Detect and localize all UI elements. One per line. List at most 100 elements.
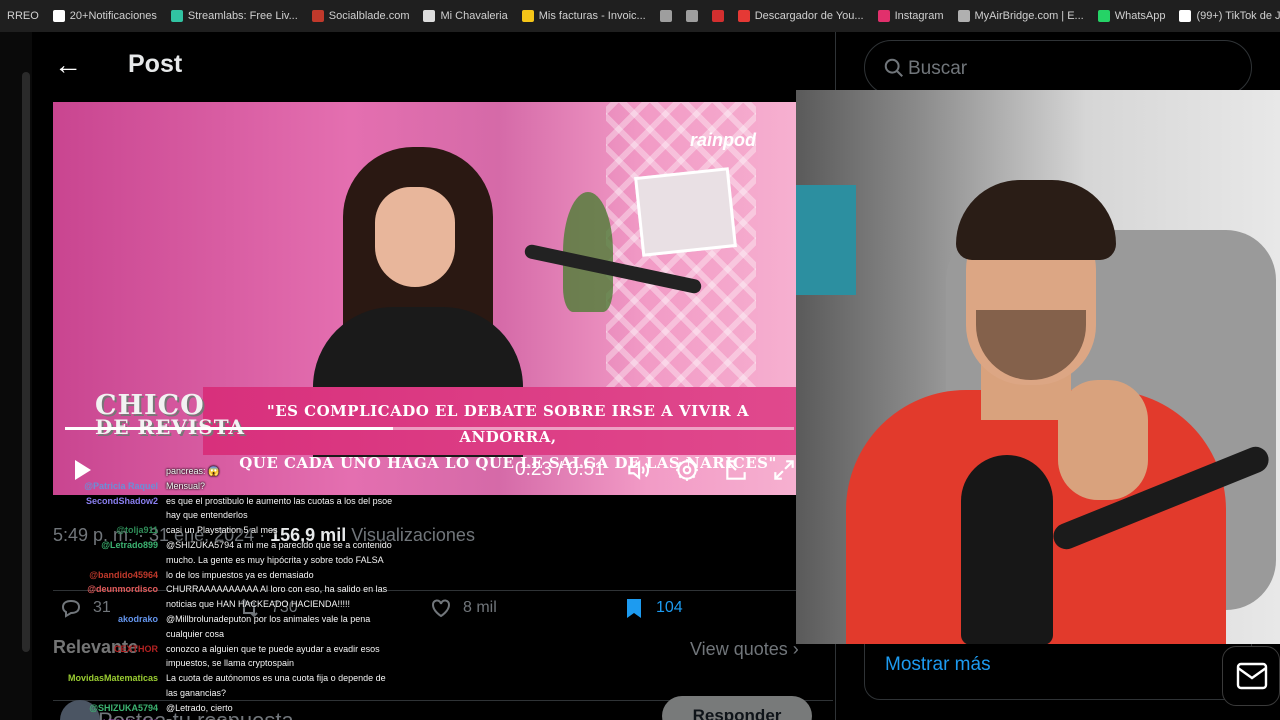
chat-text: conozco a alguien que te puede ayudar a …: [166, 643, 380, 654]
bookmark-label: Socialblade.com: [328, 10, 410, 22]
banner-line-1: "ES COMPLICADO EL DEBATE SOBRE IRSE A VI…: [266, 402, 750, 446]
bookmark-count: 104: [656, 599, 683, 616]
chat-text: @Millbrolunadeputon por los animales val…: [166, 613, 371, 624]
post-header: ← Post: [54, 50, 182, 79]
bookmark-favicon-icon: [685, 10, 698, 22]
bookmark-favicon-icon: [311, 10, 324, 22]
chat-message: @Letrado899 @SHIZUKA5794 a mi me a pareci…: [60, 538, 440, 553]
chat-message: hay que entenderlos: [60, 508, 440, 523]
chat-username: @SHIZUKA5794: [89, 702, 158, 713]
bookmark-item[interactable]: MyAirBridge.com | E...: [951, 0, 1091, 32]
left-sidebar-strip: [0, 32, 32, 720]
like-count: 8 mil: [463, 599, 497, 616]
video-player[interactable]: rainpod CHICO DE REVISTA "ES COMPLICADO …: [53, 102, 796, 495]
chat-text: @SHIZUKA5794 a mi me a parecido que se a…: [166, 539, 392, 550]
settings-gear-icon[interactable]: [674, 457, 700, 483]
chat-message: cualquier cosa: [60, 627, 440, 642]
chat-message: SecondShadow2 es que el prostibulo le aum…: [60, 494, 440, 509]
chat-message: MovidasMatematicas La cuota de autónomos …: [60, 671, 440, 686]
video-time: 0:23 / 0:51: [515, 459, 605, 480]
back-arrow-icon[interactable]: ←: [54, 50, 82, 79]
bookmark-favicon-icon: [957, 10, 970, 22]
chat-text: CHURRAAAAAAAAAA Al loro con eso, ha sali…: [166, 584, 388, 595]
bookmark-favicon-icon: [170, 10, 183, 22]
bookmark-item[interactable]: Mi Chavaleria: [416, 0, 514, 32]
bookmark-favicon-icon: [659, 10, 672, 22]
bookmarks-bar: RREO 20+Notificaciones Streamlabs: Free Li…: [0, 0, 1280, 32]
chat-text: impuestos, se llama cryptospain: [166, 658, 295, 669]
chat-message: @SHIZUKA5794 @Letrado, cierto: [60, 701, 440, 716]
bookmark-label: MyAirBridge.com | E...: [974, 10, 1084, 22]
chat-message: @Patricia Raquel Mensual?: [60, 479, 440, 494]
chat-text: casi un Playstation 5 al mes: [166, 525, 278, 536]
bookmark-item[interactable]: [679, 0, 705, 32]
bookmark-action[interactable]: 104: [622, 596, 683, 620]
reply-button[interactable]: Responder: [662, 696, 812, 720]
bookmark-favicon-icon: [1097, 10, 1110, 22]
bookmark-item[interactable]: Socialblade.com: [305, 0, 417, 32]
bookmark-item[interactable]: Streamlabs: Free Liv...: [164, 0, 305, 32]
cam-monitor: [796, 185, 856, 295]
bookmark-label: 20+Notificaciones: [69, 10, 157, 22]
chat-message: LEONILLA22 Eso es un ROBO: [60, 716, 440, 720]
chat-message: impuestos, se llama cryptospain: [60, 656, 440, 671]
messages-button[interactable]: [1222, 646, 1280, 706]
chat-text: pancreas: 😱: [166, 466, 220, 476]
chat-username: CEXTHOR: [113, 643, 158, 654]
bookmark-label: Mi Chavaleria: [440, 10, 508, 22]
chat-text: La cuota de autónomos es una cuota fija …: [166, 673, 386, 684]
fullscreen-icon[interactable]: [771, 457, 796, 483]
main-column: ← Post rainpod CHICO DE REVISTA "ES COMP…: [32, 32, 836, 720]
chat-message: @deunmordisco CHURRAAAAAAAAAA Al loro con…: [60, 582, 440, 597]
scrollbar[interactable]: [22, 72, 30, 652]
video-logo: rainpod: [690, 130, 756, 150]
chat-message: las ganancias?: [60, 686, 440, 701]
chat-message: noticias que HAN HACKEADO HACIENDA!!!!!: [60, 597, 440, 612]
search-placeholder: Buscar: [908, 58, 968, 79]
view-quotes-link[interactable]: View quotes ›: [690, 639, 799, 660]
bookmark-label: Descargador de You...: [754, 10, 864, 22]
video-progress-bar[interactable]: [65, 427, 794, 430]
chat-text: las ganancias?: [166, 687, 227, 698]
chat-text: cualquier cosa: [166, 628, 225, 639]
bookmark-item[interactable]: (99+) TikTok de Javi...: [1172, 0, 1280, 32]
pip-icon[interactable]: [723, 457, 749, 483]
volume-icon[interactable]: [625, 457, 651, 483]
bookmark-item[interactable]: Descargador de You...: [731, 0, 871, 32]
chat-username: MovidasMatematicas: [67, 673, 158, 684]
bookmark-label: Mis facturas - Invoic...: [538, 10, 646, 22]
bookmark-item[interactable]: 20+Notificaciones: [46, 0, 164, 32]
bookmark-icon: [627, 599, 641, 618]
cam-streamer-hand: [1058, 380, 1148, 500]
show-more-link[interactable]: Mostrar más: [885, 654, 991, 676]
bookmark-favicon-icon: [52, 10, 65, 22]
bookmark-label: Streamlabs: Free Liv...: [187, 10, 298, 22]
bookmark-item[interactable]: WhatsApp: [1091, 0, 1173, 32]
chat-text: Eso es un ROBO: [166, 716, 235, 720]
bookmark-favicon-icon: [877, 10, 890, 22]
chat-message: CEXTHOR conozco a alguien que te puede ay…: [60, 642, 440, 657]
bookmark-item[interactable]: Mis facturas - Invoic...: [515, 0, 653, 32]
bookmark-item[interactable]: [653, 0, 679, 32]
search-icon: [884, 58, 903, 77]
chat-text: mucho. La gente es muy hipócrita y sobre…: [166, 554, 384, 565]
bookmark-favicon-icon: [711, 10, 724, 22]
chat-text: lo de los impuestos ya es demasiado: [166, 569, 314, 580]
bookmark-item[interactable]: [705, 0, 731, 32]
chat-username: SecondShadow2: [85, 495, 158, 506]
page-title: Post: [128, 50, 183, 78]
video-show-brand: CHICO DE REVISTA: [95, 390, 245, 439]
chat-username: LEONILLA22: [103, 716, 158, 720]
bookmark-label: (99+) TikTok de Javi...: [1196, 10, 1280, 22]
chat-username: @Letrado899: [101, 539, 158, 550]
bookmark-favicon-icon: [423, 10, 436, 22]
chat-text: @Letrado, cierto: [166, 702, 233, 713]
bookmark-label: WhatsApp: [1114, 10, 1166, 22]
bookmark-label: Instagram: [894, 10, 944, 22]
chat-username: @Patricia Raquel: [84, 480, 158, 491]
bookmark-favicon-icon: [1179, 10, 1192, 22]
chat-message: @bandido45964 lo de los impuestos ya es d…: [60, 568, 440, 583]
bookmark-item[interactable]: Instagram: [871, 0, 951, 32]
bookmark-item[interactable]: RREO: [0, 0, 46, 32]
chat-username: @tolja911: [116, 525, 158, 536]
